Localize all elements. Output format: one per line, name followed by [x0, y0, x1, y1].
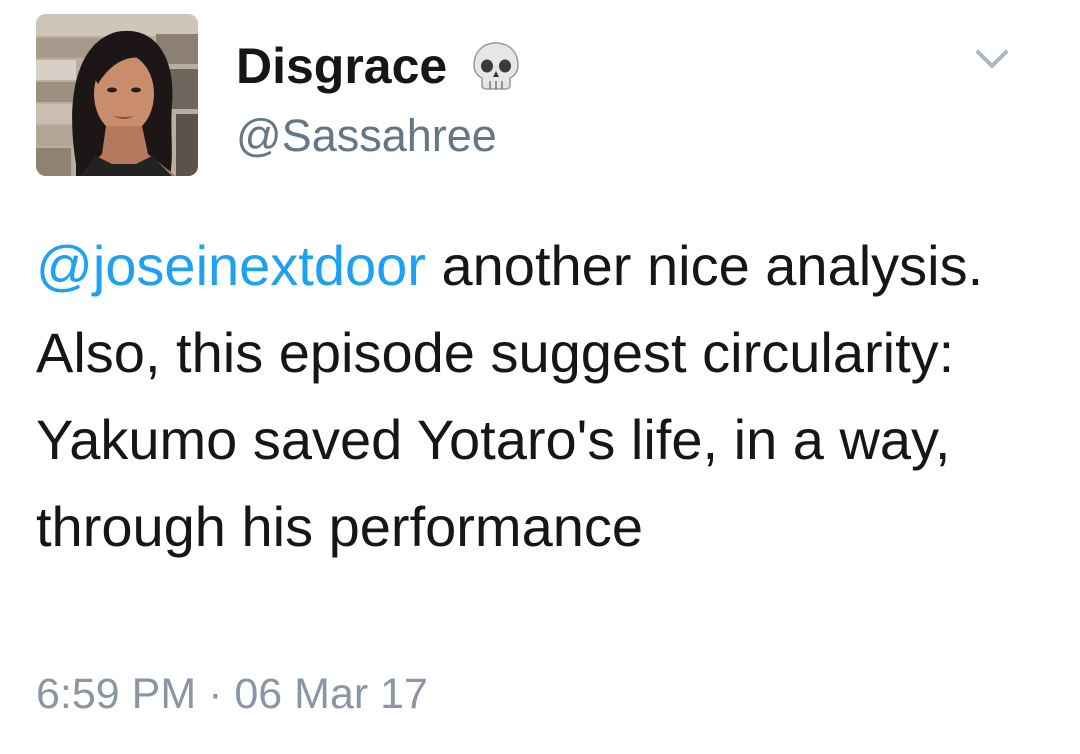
author-name-row: Disgrace	[236, 34, 523, 98]
timestamp[interactable]: 6:59 PM · 06 Mar 17	[36, 670, 428, 719]
skull-icon	[469, 39, 523, 93]
avatar[interactable]	[36, 14, 198, 176]
tweet-text: @joseinextdoor another nice analysis. Al…	[36, 222, 1046, 570]
mention-link[interactable]: @joseinextdoor	[36, 234, 426, 297]
display-name[interactable]: Disgrace	[236, 37, 447, 95]
tweet-card: Disgrace @Sassahree @joseinextdoor anoth…	[0, 0, 1080, 754]
chevron-down-icon[interactable]	[972, 44, 1012, 74]
user-handle[interactable]: @Sassahree	[236, 110, 497, 162]
